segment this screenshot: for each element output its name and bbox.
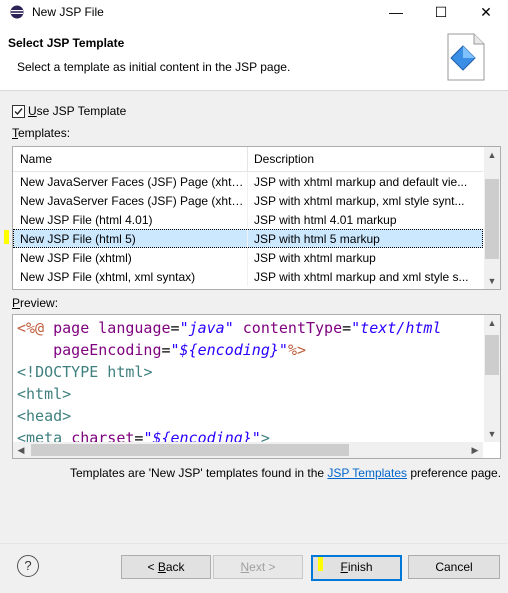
scroll-down-icon[interactable]: ▼ — [484, 426, 500, 442]
preview-label: Preview: — [12, 296, 59, 310]
table-row[interactable]: New JavaServer Faces (JSF) Page (xhtml) J… — [13, 172, 483, 191]
scroll-left-icon[interactable]: ◀ — [13, 442, 29, 458]
cancel-button[interactable]: Cancel — [408, 555, 500, 579]
scroll-right-icon[interactable]: ▶ — [467, 442, 483, 458]
scroll-down-icon[interactable]: ▼ — [484, 273, 500, 289]
table-header: Name Description — [13, 147, 483, 172]
eclipse-icon — [10, 5, 24, 19]
templates-table[interactable]: Name Description New JavaServer Faces (J… — [12, 146, 501, 290]
scroll-up-icon[interactable]: ▲ — [484, 147, 500, 163]
scroll-thumb[interactable] — [485, 335, 499, 375]
maximize-button[interactable]: ☐ — [419, 0, 463, 24]
jsp-templates-link[interactable]: JSP Templates — [327, 466, 407, 480]
preview-horizontal-scrollbar[interactable]: ◀ ▶ — [13, 442, 483, 458]
page-title: Select JSP Template — [8, 36, 125, 50]
help-icon[interactable]: ? — [17, 555, 39, 577]
use-template-label[interactable]: Use JSP Template — [28, 104, 126, 118]
table-row[interactable]: New JSP File (xhtml, xml syntax) JSP with… — [13, 267, 483, 286]
column-header-name[interactable]: Name — [20, 152, 52, 166]
preview-code: <%@ page language="java" contentType="te… — [17, 319, 442, 447]
table-row[interactable]: New JavaServer Faces (JSF) Page (xhtml..… — [13, 191, 483, 210]
title-bar: New JSP File — ☐ ✕ — [0, 0, 508, 24]
use-template-checkbox[interactable] — [12, 105, 25, 118]
checkmark-icon — [14, 108, 23, 116]
scroll-up-icon[interactable]: ▲ — [484, 315, 500, 331]
next-button[interactable]: Next > — [213, 555, 303, 579]
footer-divider — [0, 543, 508, 544]
table-row[interactable]: New JSP File (xhtml) JSP with xhtml marku… — [13, 248, 483, 267]
templates-label: Templates: — [12, 126, 71, 140]
scroll-thumb[interactable] — [31, 444, 349, 456]
finish-button[interactable]: Finish — [311, 555, 402, 581]
jsp-file-wizard-icon — [447, 33, 485, 81]
minimize-button[interactable]: — — [374, 0, 418, 24]
highlight-marker — [4, 230, 9, 244]
templates-vertical-scrollbar[interactable]: ▲ ▼ — [484, 147, 500, 289]
back-button[interactable]: < Back — [121, 555, 211, 579]
templates-info: Templates are 'New JSP' templates found … — [70, 466, 502, 480]
close-button[interactable]: ✕ — [464, 0, 508, 24]
highlight-marker — [318, 557, 323, 571]
window-title: New JSP File — [32, 5, 104, 19]
table-row-selected[interactable]: New JSP File (html 5) JSP with html 5 mar… — [13, 229, 483, 248]
template-preview[interactable]: <%@ page language="java" contentType="te… — [12, 314, 501, 459]
scroll-thumb[interactable] — [485, 179, 499, 259]
table-row[interactable]: New JSP File (html 4.01) JSP with html 4.… — [13, 210, 483, 229]
preview-vertical-scrollbar[interactable]: ▲ ▼ — [484, 315, 500, 442]
column-header-description[interactable]: Description — [254, 152, 314, 166]
page-description: Select a template as initial content in … — [17, 60, 291, 74]
wizard-header: Select JSP Template Select a template as… — [0, 24, 508, 91]
